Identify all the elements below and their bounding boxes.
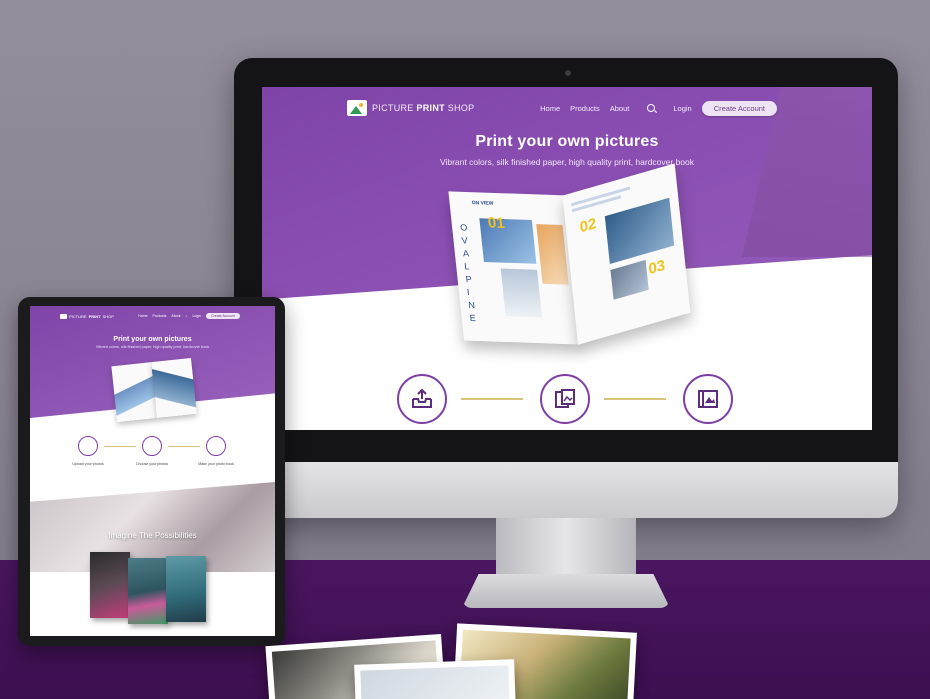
magazine-number-2: 02 — [579, 214, 598, 237]
tablet-brand-logo[interactable]: PICTURE PRINT SHOP — [60, 313, 114, 319]
imac-chin — [234, 462, 898, 518]
tablet-nav-links: Home Products About ⌕ Login Create Accou… — [138, 313, 240, 319]
search-icon[interactable] — [647, 104, 656, 112]
magazine-heading: ON VIEW — [471, 200, 494, 207]
book-icon[interactable] — [683, 374, 733, 424]
step-connector — [604, 398, 666, 400]
picture-logo-icon — [347, 100, 367, 116]
print-image — [360, 665, 510, 699]
tablet-book-icon[interactable] — [206, 436, 226, 456]
tablet-step-caption-2: Choose your photos — [135, 462, 169, 466]
book-cover-ocean[interactable] — [166, 556, 206, 622]
tablet-hero-title: Print your own pictures — [113, 336, 192, 343]
imac-stand-neck — [496, 518, 636, 578]
brand-logo[interactable]: PICTURE PRINT SHOP — [347, 100, 474, 116]
tablet-nav-about[interactable]: About — [171, 314, 180, 318]
hero-subtitle: Vibrant colors, silk finished paper, hig… — [439, 157, 695, 167]
tablet-nav-products[interactable]: Products — [153, 314, 167, 318]
imac-stand-foot — [462, 574, 670, 608]
steps-row — [397, 374, 737, 426]
hero-title: Print your own pictures — [475, 133, 659, 150]
magazine-photo-people — [610, 259, 649, 300]
picture-logo-icon — [60, 313, 67, 319]
tablet-hero-subtitle: Vibrant colors, silk finished paper, hig… — [95, 345, 210, 349]
nav-about[interactable]: About — [610, 104, 630, 113]
desk-print-photo — [354, 659, 516, 699]
book-cover-portrait[interactable] — [90, 552, 130, 618]
tablet-magazine-right-page — [151, 357, 197, 418]
tablet-magazine-left-page — [111, 362, 158, 423]
tablet-nav-login[interactable]: Login — [192, 314, 201, 318]
tablet-step-connector — [168, 446, 200, 447]
nav-links: Home Products About Login Create Account — [540, 100, 777, 116]
tablet-nav-home[interactable]: Home — [138, 314, 147, 318]
book-cover-flowers[interactable] — [128, 558, 168, 624]
tablet-book-covers — [90, 552, 210, 624]
magazine-number-3: 03 — [647, 256, 666, 279]
tablet-magazine-image — [111, 354, 197, 424]
photo-stack-icon — [555, 389, 575, 408]
photos-icon[interactable] — [540, 374, 590, 424]
tablet-step-caption-3: Make your photo book — [198, 462, 234, 466]
upload-icon[interactable] — [397, 374, 447, 424]
nav-login[interactable]: Login — [673, 104, 691, 113]
magazine-number-1: 01 — [486, 214, 506, 232]
desktop-nav: PICTURE PRINT SHOP Home Products About L… — [347, 97, 777, 119]
photo-book-icon — [698, 390, 718, 408]
tablet-step-caption-1: Upload your photos — [72, 462, 104, 466]
nav-products[interactable]: Products — [570, 104, 600, 113]
tablet-nav: PICTURE PRINT SHOP Home Products About ⌕ … — [60, 313, 240, 319]
desktop-website: PICTURE PRINT SHOP Home Products About L… — [262, 87, 872, 430]
magazine-left-page: ON VIEW OVALPINE 01 — [448, 191, 581, 345]
tablet-step-connector — [104, 446, 136, 447]
brand-name: PICTURE PRINT SHOP — [372, 103, 475, 113]
magazine-letters: OVALPINE — [459, 222, 477, 324]
camera-icon — [565, 70, 571, 76]
tablet-search-icon[interactable]: ⌕ — [186, 314, 188, 318]
tablet-website: PICTURE PRINT SHOP Home Products About ⌕ … — [30, 306, 275, 636]
tablet-upload-icon[interactable] — [78, 436, 98, 456]
magazine-photo-tower — [500, 268, 543, 318]
tablet-steps-row — [78, 436, 228, 458]
tablet-imagine-heading: Imagine The Possibilities — [108, 531, 197, 540]
tablet-photos-icon[interactable] — [142, 436, 162, 456]
tablet-create-account-button[interactable]: Create Account — [206, 313, 240, 319]
magazine-photo-paper — [536, 224, 569, 285]
step-connector — [461, 398, 523, 400]
magazine-right-page: 02 03 — [562, 163, 691, 345]
magazine-photo-man — [604, 197, 675, 264]
nav-home[interactable]: Home — [540, 104, 560, 113]
upload-tray-icon — [412, 388, 432, 408]
create-account-button[interactable]: Create Account — [701, 100, 777, 116]
magazine-image: ON VIEW OVALPINE 01 02 03 — [448, 163, 695, 361]
